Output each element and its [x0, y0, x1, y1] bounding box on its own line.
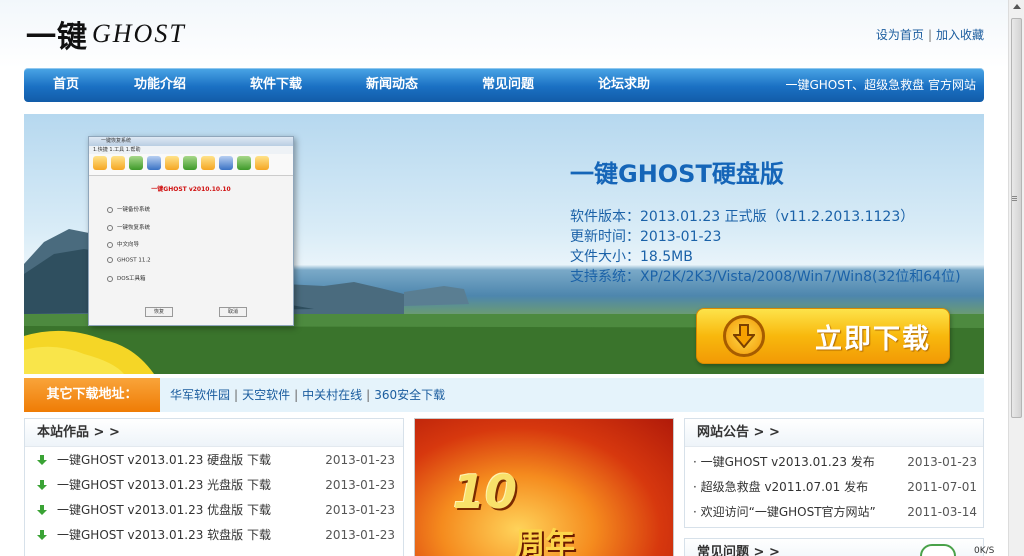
app-ok-button: 恢复	[145, 307, 173, 317]
work-title[interactable]: 一键GHOST v2013.01.23 硬盘版 下载	[57, 453, 271, 467]
alt-download-bar: 其它下载地址： 华军软件园 | 天空软件 | 中关村在线 | 360安全下载	[24, 378, 984, 412]
toolbar-icon	[129, 156, 143, 170]
works-panel: 本站作品 > > 一键GHOST v2013.01.23 硬盘版 下载 2013…	[24, 418, 404, 556]
notices-panel-title: 网站公告 > >	[685, 419, 983, 447]
list-item[interactable]: · 一键GHOST v2013.01.23 发布 2013-01-23	[693, 450, 977, 475]
app-window-toolbar	[89, 154, 293, 176]
mirror-link-360[interactable]: 360安全下载	[374, 388, 445, 402]
supported-systems: 支持系统：XP/2K/2K3/Vista/2008/Win7/Win8(32位和…	[570, 269, 961, 285]
link-separator: |	[294, 388, 299, 402]
scrollbar-thumb[interactable]	[1011, 18, 1022, 418]
nav-faq[interactable]: 常见问题	[482, 68, 534, 102]
speed-indicator: 0K/S	[974, 546, 995, 556]
software-version: 软件版本：2013.01.23 正式版（v11.2.2013.1123）	[570, 209, 915, 225]
mirror-link-huajun[interactable]: 华军软件园	[170, 388, 230, 402]
toolbar-icon	[147, 156, 161, 170]
notice-title[interactable]: · 一键GHOST v2013.01.23 发布	[693, 450, 875, 475]
green-arrow-icon	[37, 530, 47, 540]
link-separator: |	[234, 388, 239, 402]
notice-title[interactable]: · 欢迎访问“一键GHOST官方网站”	[693, 500, 876, 525]
mirror-link-zol[interactable]: 中关村在线	[302, 388, 362, 402]
green-arrow-icon	[37, 505, 47, 515]
work-title[interactable]: 一键GHOST v2013.01.23 光盘版 下载	[57, 478, 271, 492]
toolbar-icon	[201, 156, 215, 170]
add-favorite-link[interactable]: 加入收藏	[936, 28, 984, 42]
nav-home[interactable]: 首页	[53, 68, 79, 102]
app-window-screenshot: 一键恢复系统 1.快捷 1.工具 1.帮助 一键GHOST v2010.10.1…	[88, 136, 294, 326]
anniversary-promo-image[interactable]: 10 周年	[414, 418, 674, 556]
promo-text: 周年	[515, 527, 575, 556]
work-date: 2013-01-23	[325, 503, 395, 517]
work-date: 2013-01-23	[325, 478, 395, 492]
works-panel-title: 本站作品 > >	[25, 419, 403, 447]
floating-chat-icon[interactable]	[920, 544, 956, 556]
notice-date: 2011-07-01	[907, 480, 977, 494]
download-now-button[interactable]: 立即下载	[696, 308, 950, 364]
update-time: 更新时间：2013-01-23	[570, 229, 722, 245]
alt-download-label: 其它下载地址：	[24, 378, 160, 412]
toolbar-icon	[111, 156, 125, 170]
list-item[interactable]: 一键GHOST v2013.01.23 光盘版 下载 2013-01-23	[37, 473, 395, 498]
app-window-title: 一键恢复系统	[89, 137, 293, 146]
list-item[interactable]: · 超级急救盘 v2011.07.01 发布 2011-07-01	[693, 475, 977, 500]
app-cancel-button: 取消	[219, 307, 247, 317]
toolbar-icon	[237, 156, 251, 170]
nav-news[interactable]: 新闻动态	[366, 68, 418, 102]
top-links-separator: |	[927, 28, 932, 42]
download-arrow-icon	[723, 315, 765, 357]
scroll-up-icon[interactable]	[1013, 4, 1021, 9]
scrollbar-grip-icon	[1012, 196, 1017, 197]
notice-title[interactable]: · 超级急救盘 v2011.07.01 发布	[693, 475, 868, 500]
notices-panel: 网站公告 > > · 一键GHOST v2013.01.23 发布 2013-0…	[684, 418, 984, 528]
toolbar-icon	[183, 156, 197, 170]
green-arrow-icon	[37, 455, 47, 465]
app-option: 一键恢复系统	[107, 223, 150, 231]
nav-download[interactable]: 软件下载	[250, 68, 302, 102]
list-item[interactable]: · 欢迎访问“一键GHOST官方网站” 2011-03-14	[693, 500, 977, 525]
app-option: 一键备份系统	[107, 205, 150, 213]
nav-slogan: 一键GHOST、超级急救盘 官方网站	[785, 78, 976, 92]
toolbar-icon	[219, 156, 233, 170]
app-option: DOS工具箱	[107, 274, 146, 282]
toolbar-icon	[165, 156, 179, 170]
file-size: 文件大小：18.5MB	[570, 249, 693, 265]
app-window-menu: 1.快捷 1.工具 1.帮助	[89, 146, 293, 154]
notice-date: 2013-01-23	[907, 455, 977, 469]
logo-cn-text: 一键	[26, 20, 88, 55]
app-option: 中文向导	[107, 240, 139, 248]
alt-download-links: 华军软件园 | 天空软件 | 中关村在线 | 360安全下载	[170, 378, 445, 412]
list-item[interactable]: 一键GHOST v2013.01.23 软盘版 下载 2013-01-23	[37, 523, 395, 548]
nav-forum[interactable]: 论坛求助	[598, 68, 650, 102]
download-now-label: 立即下载	[815, 323, 931, 355]
main-nav: 首页 功能介绍 软件下载 新闻动态 常见问题 论坛求助 一键GHOST、超级急救…	[24, 68, 984, 102]
site-logo[interactable]: 一键 GHOST	[26, 14, 186, 55]
link-separator: |	[366, 388, 371, 402]
list-item[interactable]: 一键GHOST v2013.01.23 优盘版 下载 2013-01-23	[37, 498, 395, 523]
work-title[interactable]: 一键GHOST v2013.01.23 优盘版 下载	[57, 503, 271, 517]
promo-number: 10	[453, 465, 518, 519]
banner-info: 软件版本：2013.01.23 正式版（v11.2.2013.1123） 更新时…	[570, 207, 961, 287]
green-arrow-icon	[37, 480, 47, 490]
banner-title: 一键GHOST硬盘版	[570, 160, 784, 188]
app-option: GHOST 11.2	[107, 257, 151, 264]
toolbar-icon	[93, 156, 107, 170]
work-date: 2013-01-23	[325, 528, 395, 542]
vertical-scrollbar[interactable]	[1008, 0, 1024, 556]
toolbar-icon	[255, 156, 269, 170]
app-version: 一键GHOST v2010.10.10	[151, 186, 231, 193]
hero-banner: 一键恢复系统 1.快捷 1.工具 1.帮助 一键GHOST v2010.10.1…	[24, 114, 984, 374]
set-home-link[interactable]: 设为首页	[876, 28, 924, 42]
nav-features[interactable]: 功能介绍	[134, 68, 186, 102]
work-date: 2013-01-23	[325, 453, 395, 467]
list-item[interactable]: 一键GHOST v2013.01.23 硬盘版 下载 2013-01-23	[37, 448, 395, 473]
work-title[interactable]: 一键GHOST v2013.01.23 软盘版 下载	[57, 528, 271, 542]
top-links: 设为首页 | 加入收藏	[876, 26, 984, 43]
logo-en-text: GHOST	[92, 19, 186, 48]
notice-date: 2011-03-14	[907, 505, 977, 519]
mirror-link-tiankong[interactable]: 天空软件	[242, 388, 290, 402]
